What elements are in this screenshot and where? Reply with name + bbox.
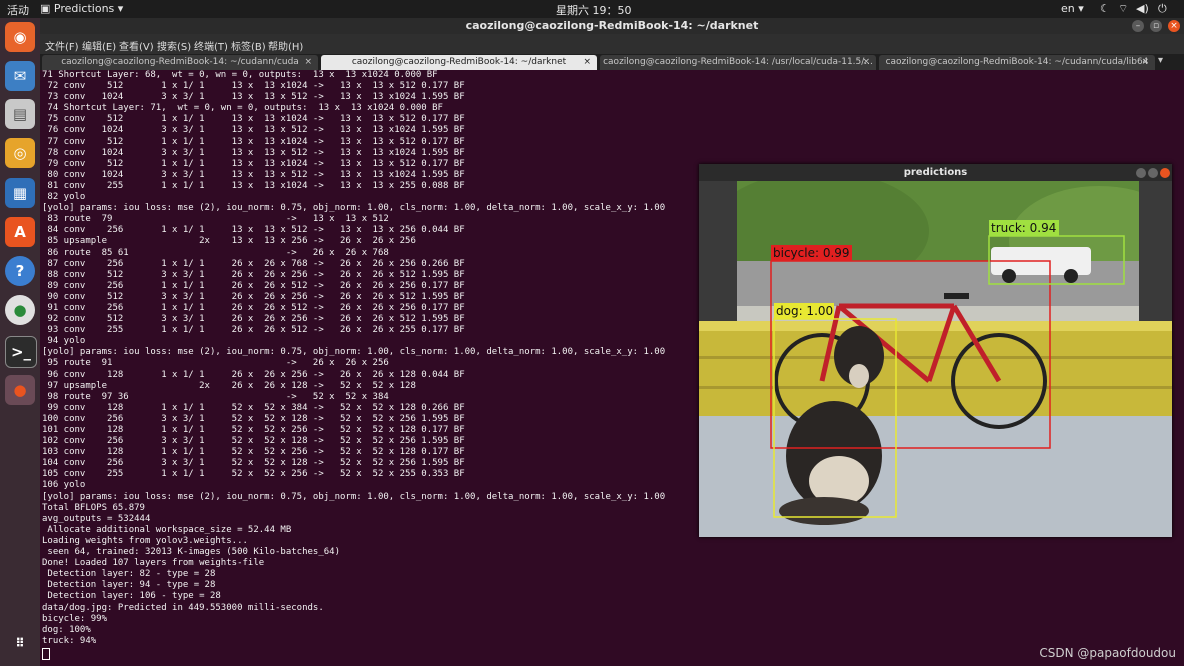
minimize-icon[interactable]: –	[1132, 20, 1144, 32]
language-indicator[interactable]: en ▾	[1061, 2, 1084, 15]
predictions-maximize-icon[interactable]	[1148, 168, 1158, 178]
menu-file[interactable]: 文件(F)	[45, 38, 79, 53]
terminal-title: caozilong@caozilong-RedmiBook-14: ~/dark…	[40, 18, 1184, 34]
top-bar: 活动 ▣ Predictions ▾ 星期六 19：50 en ▾ ☾ ⌔ ◀)…	[0, 0, 1184, 18]
help-icon[interactable]: ?	[5, 256, 35, 286]
chevron-down-icon: ▾	[117, 2, 124, 15]
tab-cuda-11-5[interactable]: caozilong@caozilong-RedmiBook-14: /usr/l…	[600, 55, 876, 70]
tab-label: caozilong@caozilong-RedmiBook-14: ~/dark…	[351, 57, 567, 67]
software-center-icon[interactable]: A	[5, 217, 35, 247]
tab-label: caozilong@caozilong-RedmiBook-14: ~/cuda…	[885, 57, 1149, 67]
tab-close-icon[interactable]: ×	[583, 55, 591, 70]
close-icon[interactable]: ×	[1168, 20, 1180, 32]
watermark: CSDN @papaofdoudou	[1039, 646, 1176, 660]
rhythmbox-icon[interactable]: ◎	[5, 138, 35, 168]
language-label: en	[1061, 2, 1075, 15]
tab-label: caozilong@caozilong-RedmiBook-14: ~/cuda…	[61, 57, 299, 67]
dock: ◉ ✉ ▤ ◎ ▦ A ? ● >_ ● ⠿	[0, 18, 40, 666]
dog-label: dog: 1.00	[776, 304, 833, 318]
clock[interactable]: 星期六 19：50	[556, 2, 632, 18]
tab-cudann-cuda[interactable]: caozilong@caozilong-RedmiBook-14: ~/cuda…	[42, 55, 318, 70]
thunderbird-icon[interactable]: ✉	[5, 61, 35, 91]
firefox-icon[interactable]: ◉	[5, 22, 35, 52]
show-applications-icon[interactable]: ⠿	[5, 628, 35, 658]
tab-darknet[interactable]: caozilong@caozilong-RedmiBook-14: ~/dark…	[321, 55, 597, 70]
tab-label: caozilong@caozilong-RedmiBook-14: /usr/l…	[603, 57, 873, 67]
maximize-icon[interactable]: ▫	[1150, 20, 1162, 32]
app-name: Predictions	[53, 2, 115, 15]
predictions-minimize-icon[interactable]	[1136, 168, 1146, 178]
app-icon: ▣	[40, 2, 51, 15]
terminal-icon[interactable]: >_	[5, 336, 37, 368]
tab-close-icon[interactable]: ×	[862, 55, 870, 70]
volume-icon[interactable]: ◀)	[1136, 2, 1149, 15]
wifi-icon[interactable]: ⌔	[1118, 2, 1128, 16]
menu-terminal[interactable]: 终端(T)	[194, 38, 228, 53]
menu-help[interactable]: 帮助(H)	[268, 38, 303, 53]
terminal-output: 71 Shortcut Layer: 68, wt = 0, wn = 0, o…	[42, 70, 666, 646]
tabs-overflow-icon[interactable]: ▾	[1158, 55, 1163, 66]
menu-tabs[interactable]: 标签(B)	[231, 38, 266, 53]
activities-button[interactable]: 活动	[7, 2, 29, 18]
predictions-window[interactable]: predictions bicycle: 0.99 dog: 1.00 truc…	[699, 164, 1172, 537]
predictions-title: predictions	[903, 167, 968, 178]
menu-search[interactable]: 搜索(S)	[157, 38, 191, 53]
power-icon[interactable]: ⏻	[1158, 2, 1167, 16]
truck-label: truck: 0.94	[991, 221, 1056, 235]
terminal-cursor	[42, 648, 50, 660]
bicycle-label: bicycle: 0.99	[773, 246, 850, 260]
night-light-icon[interactable]: ☾	[1100, 2, 1110, 15]
tab-close-icon[interactable]: ×	[304, 55, 312, 70]
predictions-app-icon[interactable]: ●	[5, 375, 35, 405]
menu-view[interactable]: 查看(V)	[119, 38, 154, 53]
terminal-menubar: 文件(F) 编辑(E) 查看(V) 搜索(S) 终端(T) 标签(B) 帮助(H…	[40, 34, 1184, 54]
menu-edit[interactable]: 编辑(E)	[82, 38, 116, 53]
files-icon[interactable]: ▤	[5, 99, 35, 129]
predictions-close-icon[interactable]	[1160, 168, 1170, 178]
tab-close-icon[interactable]: ×	[1141, 55, 1149, 70]
app-menu[interactable]: ▣ Predictions ▾	[40, 2, 123, 15]
terminal-tabs: caozilong@caozilong-RedmiBook-14: ~/cuda…	[40, 54, 1184, 70]
tab-cudann-lib64[interactable]: caozilong@caozilong-RedmiBook-14: ~/cuda…	[879, 55, 1155, 70]
prediction-image: bicycle: 0.99 dog: 1.00 truck: 0.94	[699, 181, 1172, 537]
chrome-icon[interactable]: ●	[5, 295, 35, 325]
writer-icon[interactable]: ▦	[5, 178, 35, 208]
